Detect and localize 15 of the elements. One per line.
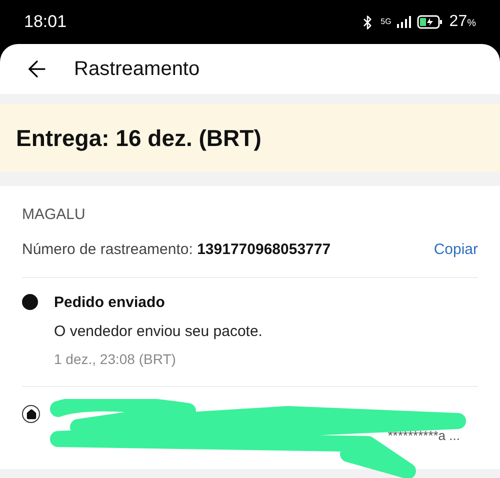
network-label: 5G [380, 18, 392, 26]
signal-icon [397, 16, 412, 28]
clock: 18:01 [24, 11, 67, 34]
tracking-number: Número de rastreamento: 1391770968053777 [22, 240, 331, 260]
delivery-date: Entrega: 16 dez. (BRT) [16, 124, 262, 153]
page-title: Rastreamento [74, 57, 200, 82]
event-title: Pedido enviado [54, 293, 166, 313]
battery-icon [417, 15, 444, 29]
event-time: 1 dez., 23:08 (BRT) [54, 350, 177, 369]
event-description: O vendedor enviou seu pacote. [54, 322, 262, 342]
address-text: **********a ... [388, 426, 460, 444]
carrier-name: MAGALU [22, 205, 86, 225]
battery-percent: 27% [449, 12, 476, 32]
home-icon [22, 405, 40, 423]
copy-link[interactable]: Copiar [434, 238, 478, 261]
